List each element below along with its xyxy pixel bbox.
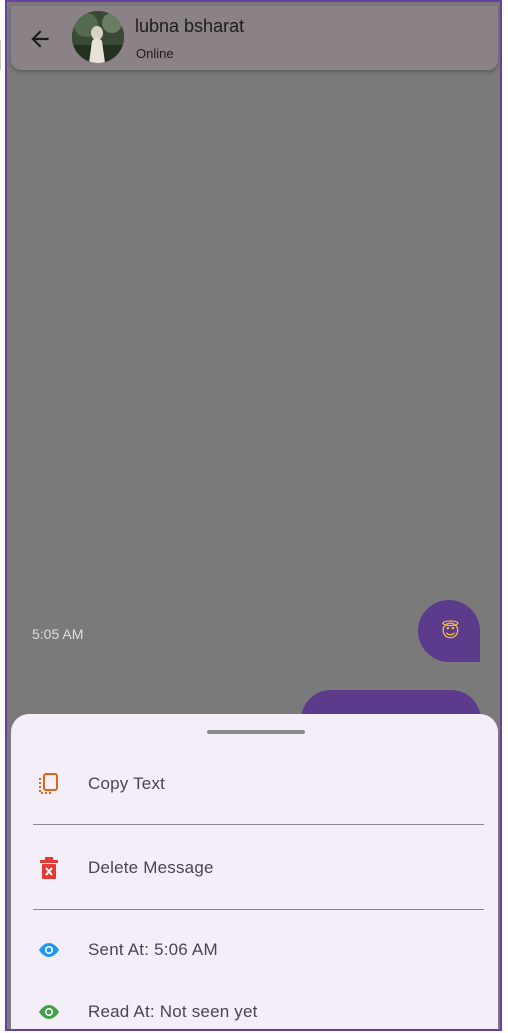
contact-status: Online xyxy=(136,46,174,61)
left-edge xyxy=(0,0,4,1033)
emoji-text: 😇 xyxy=(441,621,460,641)
copy-text-option[interactable]: Copy Text xyxy=(11,758,498,810)
message-bubble-emoji[interactable]: 😇 xyxy=(418,600,480,662)
avatar[interactable] xyxy=(72,11,124,63)
back-arrow-icon[interactable] xyxy=(27,26,53,52)
phone-screen: lubna bsharat Online 5:05 AM 😇 Copy Text… xyxy=(5,0,502,1031)
copy-icon xyxy=(39,773,58,794)
delete-message-label: Delete Message xyxy=(88,858,214,877)
read-at-label: Read At: Not seen yet xyxy=(88,1002,258,1021)
eye-icon xyxy=(39,943,59,957)
copy-text-label: Copy Text xyxy=(88,774,166,793)
divider xyxy=(33,909,484,910)
drag-handle[interactable] xyxy=(207,730,305,734)
app-bar: lubna bsharat Online xyxy=(11,6,498,70)
sent-at-label: Sent At: 5:06 AM xyxy=(88,940,218,959)
delete-message-option[interactable]: Delete Message xyxy=(11,842,498,894)
contact-name: lubna bsharat xyxy=(135,16,245,36)
sent-at-info: Sent At: 5:06 AM xyxy=(11,924,498,976)
message-time: 5:05 AM xyxy=(32,626,84,642)
bottom-sheet: Copy Text Delete Message Sent At: 5:06 A… xyxy=(11,714,498,1029)
eye-icon xyxy=(39,1005,59,1019)
divider xyxy=(33,824,484,825)
read-at-info: Read At: Not seen yet xyxy=(11,986,498,1029)
trash-icon xyxy=(40,857,58,879)
